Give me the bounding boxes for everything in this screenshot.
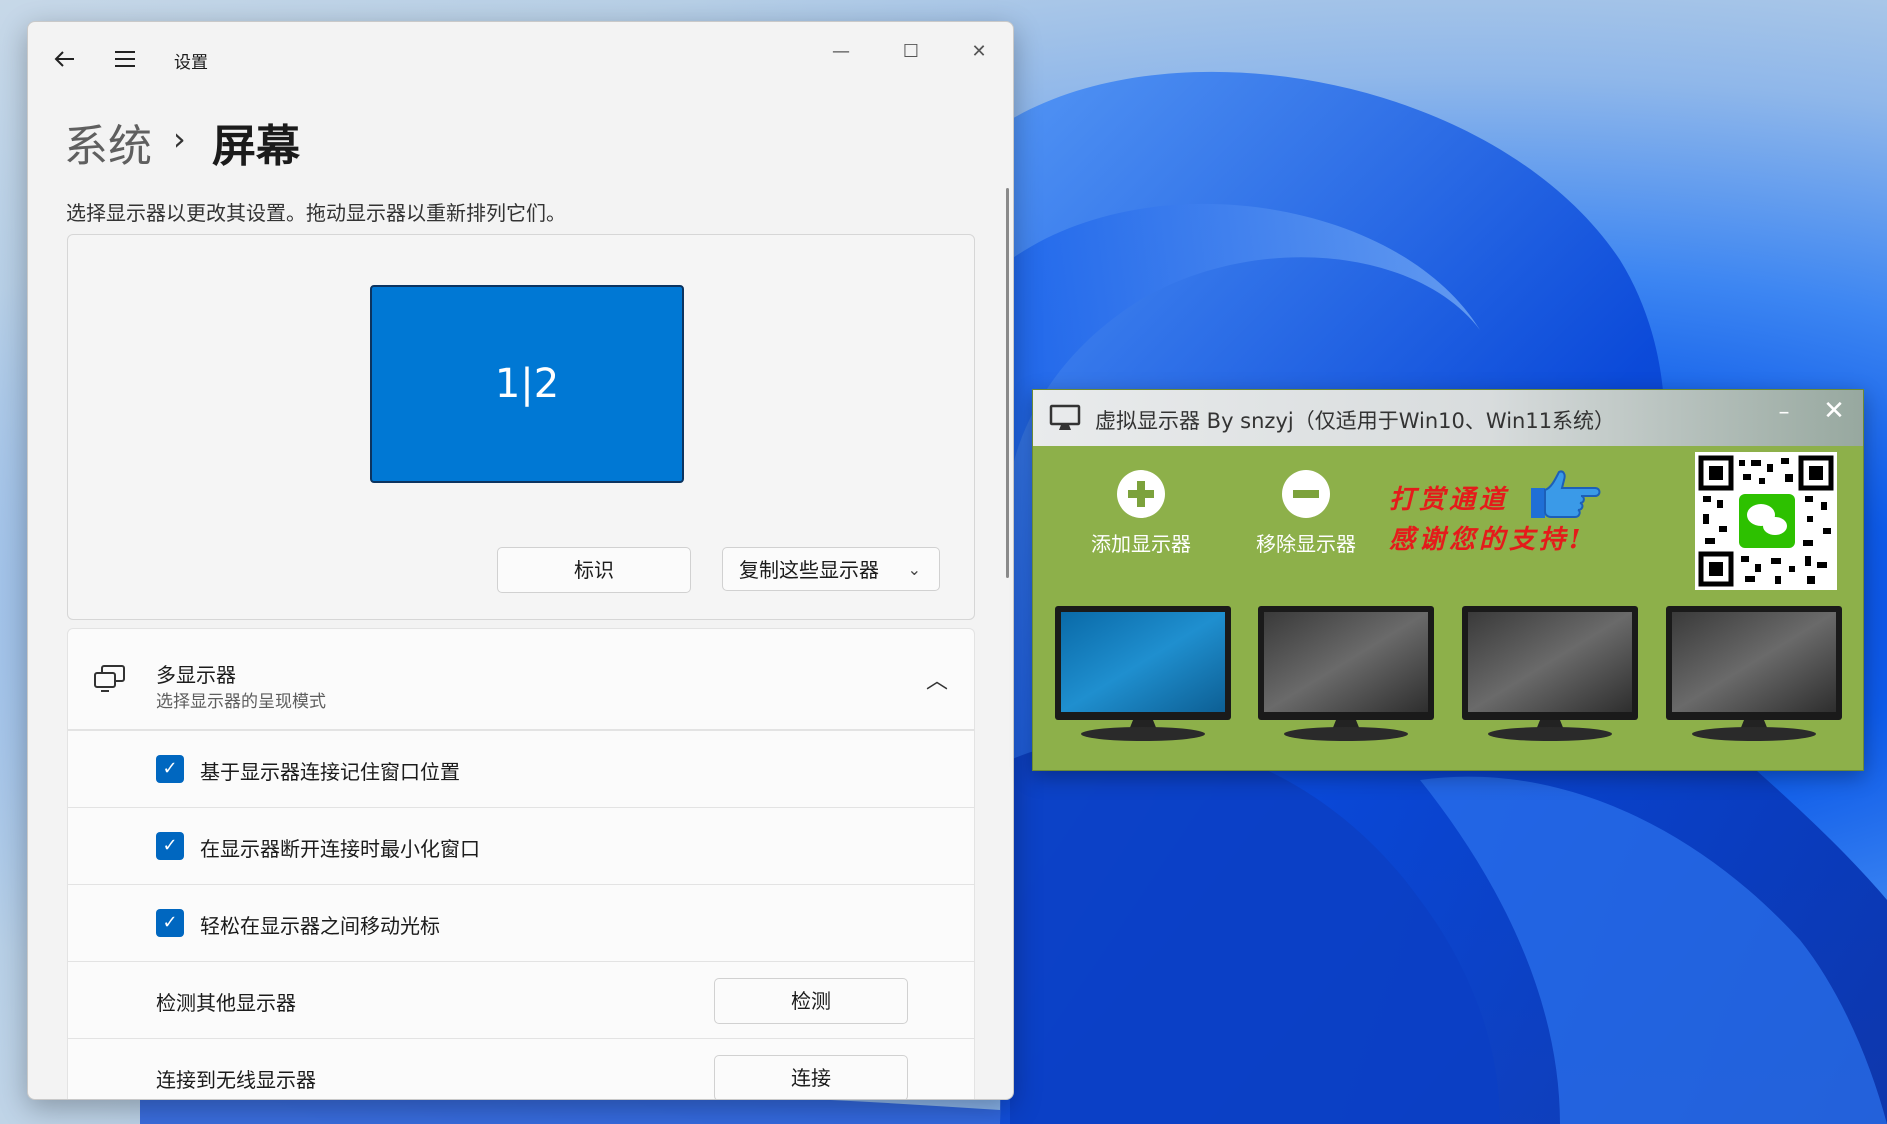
multi-display-header[interactable]: 多显示器 选择显示器的呈现模式 ︿ [67,628,975,730]
multi-display-icon [92,663,128,695]
vd-close-button[interactable]: ✕ [1819,396,1849,426]
option-label: 轻松在显示器之间移动光标 [200,914,440,938]
vd-title: 虚拟显示器 By snzyj（仅适用于Win10、Win11系统） [1095,409,1616,433]
connect-button[interactable]: 连接 [714,1055,908,1099]
multi-display-title: 多显示器 [156,663,236,687]
virtual-display-window: 虚拟显示器 By snzyj（仅适用于Win10、Win11系统） – ✕ 添加… [1032,389,1864,771]
option-label: 在显示器断开连接时最小化窗口 [200,837,480,861]
virtual-monitor-4[interactable] [1664,604,1844,744]
add-display-label: 添加显示器 [1091,532,1191,556]
close-button[interactable]: ✕ [949,32,1009,72]
support-line-2: 感谢您的支持! [1389,525,1585,555]
settings-window: 设置 — ☐ ✕ 系统 › 屏幕 选择显示器以更改其设置。拖动显示器以重新排列它… [27,21,1014,1100]
wireless-row: 连接到无线显示器 连接 [67,1038,975,1099]
option-row[interactable]: ✓ 轻松在显示器之间移动光标 [67,884,975,962]
display-mode-value: 复制这些显示器 [739,558,879,582]
display-mode-dropdown[interactable]: 复制这些显示器 ⌄ [722,547,940,591]
remove-display-button[interactable]: 移除显示器 [1236,470,1376,557]
title-bar: 设置 — ☐ ✕ [28,22,1013,92]
remove-display-label: 移除显示器 [1256,532,1356,556]
chevron-up-icon[interactable]: ︿ [926,663,948,695]
virtual-monitor-3[interactable] [1460,604,1640,744]
checkbox-minimize-windows[interactable]: ✓ [156,832,184,860]
multi-display-subtitle: 选择显示器的呈现模式 [156,692,326,712]
arrange-hint: 选择显示器以更改其设置。拖动显示器以重新排列它们。 [66,201,566,225]
back-arrow-icon[interactable] [50,44,80,74]
detect-button[interactable]: 检测 [714,978,908,1024]
monitor-list [1053,604,1853,754]
maximize-button[interactable]: ☐ [881,32,941,72]
virtual-monitor-1[interactable] [1053,604,1233,744]
breadcrumb-parent[interactable]: 系统 [64,110,152,174]
remove-circle-icon [1282,470,1330,518]
chevron-down-icon: ⌄ [907,560,921,579]
identify-button[interactable]: 标识 [497,547,691,593]
add-display-button[interactable]: 添加显示器 [1071,470,1211,557]
vd-title-bar: 虚拟显示器 By snzyj（仅适用于Win10、Win11系统） – ✕ [1033,390,1863,446]
detect-label: 检测其他显示器 [156,991,296,1015]
vd-minimize-button[interactable]: – [1769,400,1799,425]
scrollbar[interactable] [1006,188,1009,578]
option-row[interactable]: ✓ 在显示器断开连接时最小化窗口 [67,807,975,885]
display-arrangement-area: 1|2 标识 复制这些显示器 ⌄ [67,234,975,620]
add-circle-icon [1117,470,1165,518]
display-tile[interactable]: 1|2 [370,285,684,483]
wireless-label: 连接到无线显示器 [156,1068,316,1092]
window-title: 设置 [174,53,208,73]
breadcrumb-separator: › [173,120,186,158]
detect-row: 检测其他显示器 检测 [67,961,975,1039]
monitor-app-icon [1049,404,1081,432]
page-title: 屏幕 [212,121,300,172]
pointing-hand-icon [1525,468,1605,524]
option-label: 基于显示器连接记住窗口位置 [200,760,460,784]
hamburger-menu-icon[interactable] [110,44,140,74]
virtual-monitor-2[interactable] [1256,604,1436,744]
checkbox-move-cursor[interactable]: ✓ [156,909,184,937]
checkbox-remember-window[interactable]: ✓ [156,755,184,783]
option-row[interactable]: ✓ 基于显示器连接记住窗口位置 [67,730,975,808]
minimize-button[interactable]: — [811,32,871,72]
wechat-qr-code [1695,452,1837,590]
